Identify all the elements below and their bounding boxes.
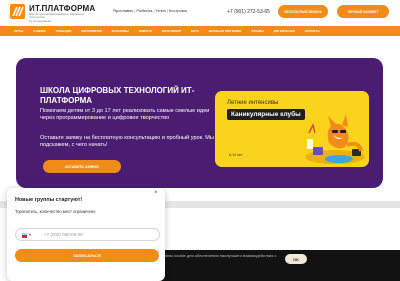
promo-card[interactable]: Летние интенсивы Каникулярные клубы 6-14… bbox=[215, 91, 369, 167]
phone-field[interactable]: ▾ +7 (000) 000-00-00 bbox=[15, 228, 160, 241]
nav-item[interactable]: Интенсивы bbox=[112, 30, 129, 33]
city-link[interactable]: Рыбинск bbox=[136, 8, 152, 13]
phone-placeholder: +7 (000) 000-00-00 bbox=[44, 232, 83, 237]
signup-popup: × Новые группы стартуют! Торопитесь, кол… bbox=[7, 188, 165, 281]
logo-byline: by Алгоритмика bbox=[29, 19, 51, 23]
popup-subtitle: Торопитесь, количество мест ограничено bbox=[15, 209, 96, 214]
promo-tag: Каникулярные клубы bbox=[227, 109, 305, 120]
city-link[interactable]: Ярославль bbox=[113, 8, 133, 13]
nav-item[interactable]: Контакты bbox=[305, 30, 320, 33]
nav-item[interactable]: Для взрослых bbox=[274, 30, 295, 33]
hero-title: Школа цифровых технологий ИТ-Платформа bbox=[40, 86, 195, 105]
main-nav: Курсы О школе Площадки Мероприятия Интен… bbox=[0, 26, 400, 36]
hero-banner: Школа цифровых технологий ИТ-Платформа П… bbox=[16, 58, 383, 188]
cookie-banner: Мы используем файлы cookie для обеспечен… bbox=[124, 250, 400, 281]
chevron-down-icon[interactable]: ▾ bbox=[29, 232, 31, 237]
nav-item[interactable]: Площадки bbox=[56, 30, 72, 33]
nav-item[interactable]: Фото bbox=[191, 30, 199, 33]
close-icon[interactable]: × bbox=[154, 190, 158, 196]
fox-illustration-icon bbox=[305, 114, 365, 164]
personal-account-button[interactable]: Личный кабинет bbox=[337, 5, 389, 18]
signup-submit-button[interactable]: Записаться bbox=[15, 249, 159, 262]
city-switcher: Ярославль | Рыбинск | Углич | Кострома bbox=[113, 8, 187, 13]
nav-item[interactable]: Отзывы bbox=[251, 30, 263, 33]
russia-flag-icon[interactable] bbox=[22, 233, 27, 238]
submit-request-button[interactable]: Оставить заявку bbox=[43, 160, 121, 173]
city-link[interactable]: Углич bbox=[155, 8, 165, 13]
cookie-ok-button[interactable]: OK bbox=[285, 254, 307, 264]
header-phone[interactable]: +7 (901) 272-53-65 bbox=[227, 9, 270, 15]
promo-subtitle: Летние интенсивы bbox=[227, 100, 279, 106]
hero-description: Помогаем детям от 3 до 17 лет реализоват… bbox=[40, 108, 210, 121]
popup-title: Новые группы стартуют! bbox=[15, 197, 83, 203]
nav-item[interactable]: Мероприятия bbox=[81, 30, 101, 33]
promo-age: 6-14 лет bbox=[229, 153, 243, 157]
site-header: ИТ.ПЛАТФОРМА Школа программирования и ци… bbox=[0, 0, 400, 26]
nav-item[interactable]: Курсы bbox=[14, 30, 23, 33]
city-link[interactable]: Кострома bbox=[169, 8, 187, 13]
nav-item[interactable]: Школьная программа bbox=[209, 30, 242, 33]
nav-item[interactable]: Регистрация bbox=[162, 30, 181, 33]
nav-item[interactable]: О школе bbox=[33, 30, 45, 33]
free-call-button[interactable]: Бесплатный звонок bbox=[278, 5, 328, 18]
hero-cta-text: Оставьте заявку на бесплатную консультац… bbox=[40, 135, 214, 148]
nav-item[interactable]: Новости bbox=[139, 30, 152, 33]
logo-icon[interactable] bbox=[10, 4, 25, 19]
